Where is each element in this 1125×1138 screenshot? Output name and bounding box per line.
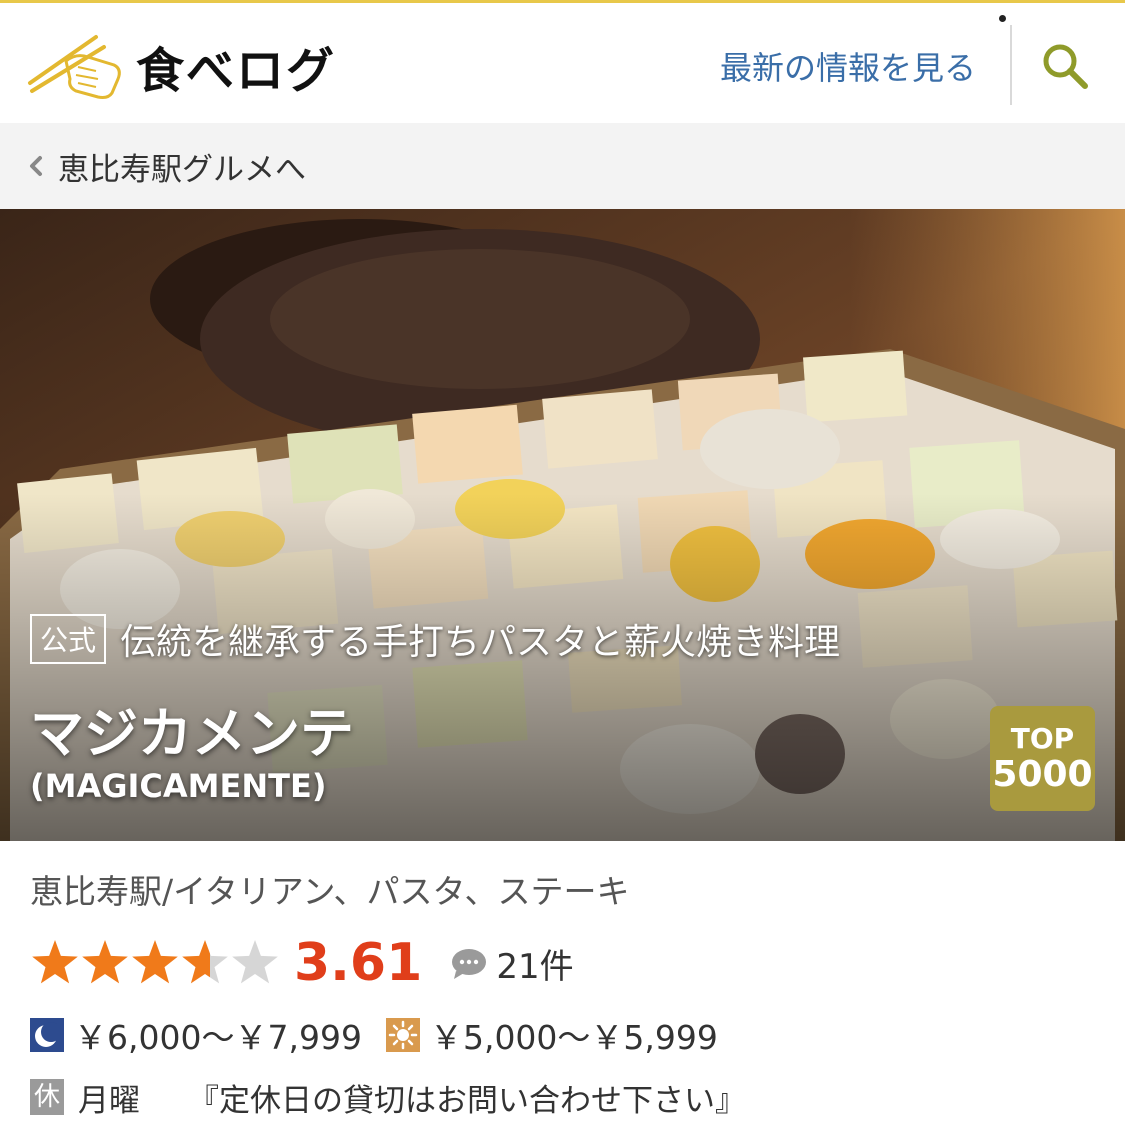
- logo-text: 食べログ: [136, 43, 337, 99]
- tabelog-logo[interactable]: 食べログ: [26, 31, 336, 101]
- rating-stars: [32, 940, 278, 984]
- station-genre: 恵比寿駅/イタリアン、パスタ、ステーキ: [30, 872, 630, 911]
- holiday-note: 『定休日の貸切はお問い合わせ下さい』: [188, 1082, 746, 1119]
- rating-star-4: [182, 940, 228, 984]
- dinner-price: ￥6,000～￥7,999: [74, 1018, 362, 1057]
- catchphrase-row: 公式 伝統を継承する手打ちパスタと薪火焼き料理: [30, 613, 840, 665]
- header-divider: [1010, 25, 1012, 105]
- holiday-row: 休 月曜 『定休日の貸切はお問い合わせ下さい』: [30, 1075, 746, 1119]
- speech-bubble-icon: [452, 949, 487, 979]
- breadcrumb[interactable]: 恵比寿駅グルメへ: [0, 123, 1125, 209]
- latest-info-link[interactable]: 最新の情報を見る: [720, 43, 976, 89]
- holiday-day: 月曜: [78, 1082, 140, 1119]
- award-top-label: TOP: [1010, 722, 1075, 755]
- site-header: 食べログ 最新の情報を見る: [0, 3, 1125, 123]
- rating-star-3: [132, 940, 178, 984]
- moon-icon: [30, 1018, 64, 1052]
- chevron-left-icon: [30, 156, 42, 176]
- rating-score: 3.61: [294, 933, 423, 993]
- lunch-price: ￥5,000～￥5,999: [429, 1018, 718, 1057]
- restaurant-name: マジカメンテ: [30, 702, 354, 765]
- rating-star-1: [32, 940, 78, 984]
- chopsticks-hand-logo-icon: [28, 35, 121, 99]
- rating-star-5: [232, 940, 278, 984]
- holiday-badge: 休: [30, 1079, 64, 1115]
- rating-star-2: [82, 940, 128, 984]
- official-badge: 公式: [30, 614, 107, 664]
- hero-image[interactable]: 公式 伝統を継承する手打ちパスタと薪火焼き料理 マジカメンテ (MAGICAME…: [0, 209, 1125, 841]
- catchphrase: 伝統を継承する手打ちパスタと薪火焼き料理: [120, 622, 841, 663]
- notification-dot: [999, 15, 1006, 22]
- award-rank: 5000: [992, 754, 1093, 795]
- search-icon[interactable]: [1040, 41, 1090, 91]
- budget-row: ￥6,000～￥7,999 ￥5,000～￥5,999: [30, 1013, 742, 1057]
- sun-icon: [385, 1018, 420, 1052]
- restaurant-info: 恵比寿駅/イタリアン、パスタ、ステーキ 3.61 21件 ￥6,000～￥7,9…: [0, 841, 1125, 1138]
- top5000-award-badge[interactable]: TOP 5000: [990, 706, 1095, 811]
- breadcrumb-label: 恵比寿駅グルメへ: [58, 151, 306, 188]
- review-count[interactable]: 21件: [496, 939, 573, 988]
- rating-row: 3.61 21件: [30, 933, 574, 993]
- restaurant-name-english: (MAGICAMENTE): [30, 767, 327, 805]
